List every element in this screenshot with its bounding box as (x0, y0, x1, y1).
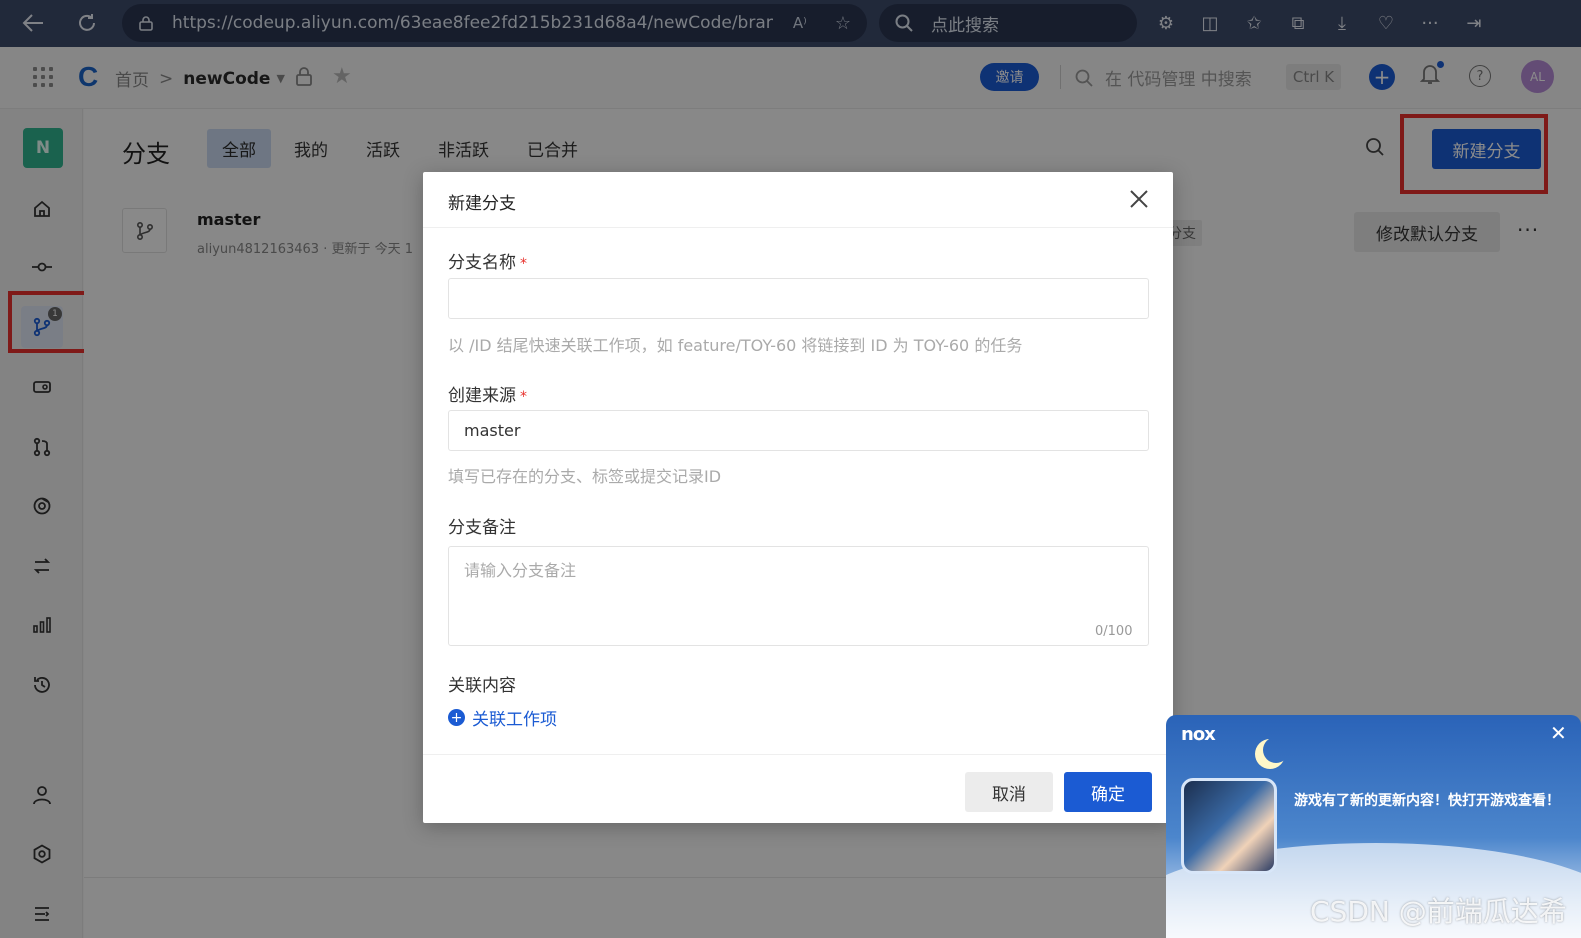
branch-name-input[interactable] (448, 278, 1149, 319)
watermark: CSDN @前端瓜达希 (1310, 895, 1567, 928)
new-branch-dialog: 新建分支 分支名称 * 以 /ID 结尾快速关联工作项，如 feature/TOY… (423, 172, 1173, 823)
dialog-footer: 取消 确定 (423, 754, 1173, 823)
note-counter: 0/100 (1095, 624, 1133, 639)
moon-icon (1263, 737, 1289, 763)
source-input[interactable] (448, 410, 1149, 451)
plus-circle-icon: + (448, 709, 465, 726)
nox-logo: nox (1181, 724, 1216, 745)
close-icon[interactable] (1126, 186, 1152, 212)
source-label: 创建来源 * (448, 381, 527, 406)
required-mark: * (520, 389, 527, 405)
related-label: 关联内容 (448, 676, 516, 696)
dialog-title: 新建分支 (448, 194, 516, 214)
link-work-item-text: 关联工作项 (472, 710, 557, 730)
required-mark: * (520, 256, 527, 272)
close-icon[interactable]: ✕ (1550, 721, 1567, 745)
dialog-header: 新建分支 (423, 172, 1173, 228)
source-hint: 填写已存在的分支、标签或提交记录ID (448, 467, 722, 486)
note-textarea[interactable] (448, 546, 1149, 646)
link-work-item-button[interactable]: + 关联工作项 (448, 705, 557, 730)
confirm-button[interactable]: 确定 (1064, 772, 1152, 812)
cancel-button[interactable]: 取消 (965, 772, 1053, 812)
source-label-text: 创建来源 (448, 386, 516, 406)
game-character-image (1181, 778, 1277, 874)
branch-name-label: 分支名称 * (448, 248, 527, 273)
branch-name-label-text: 分支名称 (448, 253, 516, 273)
nox-message: 游戏有了新的更新内容！快打开游戏查看！ (1294, 793, 1560, 809)
note-label: 分支备注 (448, 518, 516, 538)
branch-name-hint: 以 /ID 结尾快速关联工作项，如 feature/TOY-60 将链接到 ID… (448, 336, 1023, 355)
